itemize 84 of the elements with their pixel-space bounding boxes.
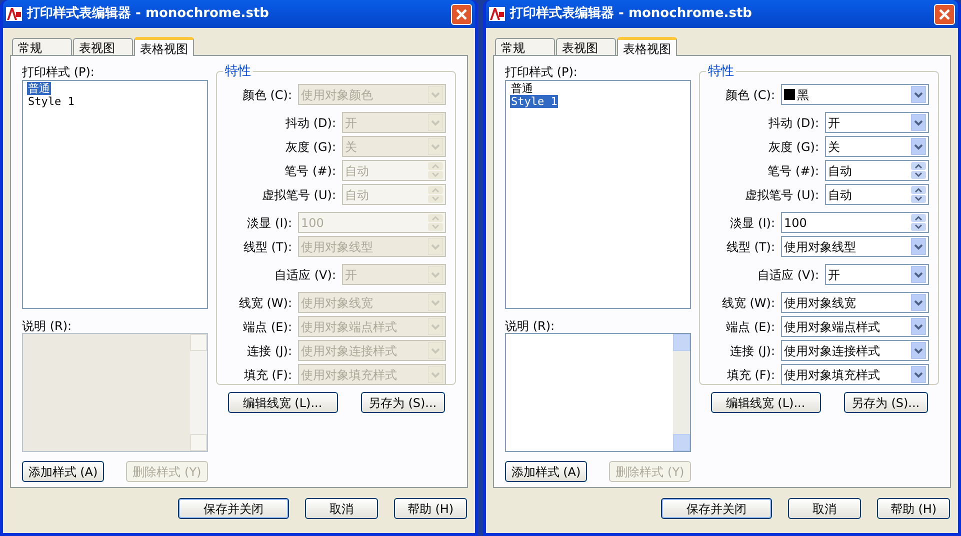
dialog-button[interactable]: 保存并关闭: [178, 498, 289, 519]
dropdown-field[interactable]: 开: [825, 264, 929, 285]
app-icon: [489, 6, 505, 22]
description-label: 说明 (R):: [505, 318, 556, 333]
style-list-item[interactable]: Style 1: [27, 95, 76, 108]
field-label: 连接 (J):: [730, 342, 775, 360]
dropdown-field[interactable]: 黑: [781, 84, 929, 105]
field-label: 端点 (E):: [726, 318, 775, 336]
field-label: 淡显 (I):: [730, 214, 775, 232]
close-button[interactable]: [451, 4, 472, 24]
app-icon: [6, 6, 22, 22]
dropdown-icon[interactable]: [911, 342, 926, 359]
dialog-button[interactable]: 帮助 (H): [877, 498, 950, 519]
dropdown-field[interactable]: 使用对象端点样式: [781, 316, 929, 337]
spin-icon[interactable]: [911, 162, 926, 179]
spin-field[interactable]: 自动: [825, 184, 929, 205]
tab[interactable]: 表视图: [73, 38, 133, 55]
style-list-item[interactable]: Style 1: [510, 95, 558, 108]
dropdown-field[interactable]: 使用对象线型: [781, 236, 929, 257]
close-icon: [456, 8, 467, 20]
field-label: 灰度 (G):: [285, 138, 336, 156]
style-list-item[interactable]: 普通: [27, 82, 51, 95]
field-label: 灰度 (G):: [768, 138, 819, 156]
field-label: 填充 (F):: [244, 366, 292, 384]
field-label: 填充 (F):: [726, 366, 775, 384]
dialog-button[interactable]: 添加样式 (A): [505, 461, 587, 482]
field-label: 抖动 (D):: [768, 114, 819, 132]
spin-icon[interactable]: [911, 186, 926, 203]
tab[interactable]: 常规: [495, 38, 555, 55]
field-label: 虚拟笔号 (U):: [262, 186, 336, 204]
field-label: 自适应 (V):: [758, 266, 819, 284]
field-label: 线宽 (W):: [238, 294, 292, 312]
scrollbar[interactable]: [673, 334, 690, 451]
close-button[interactable]: [934, 4, 955, 24]
field-label: 笔号 (#):: [284, 162, 336, 180]
dropdown-icon[interactable]: [911, 294, 926, 311]
field-label: 颜色 (C):: [725, 86, 775, 104]
dropdown-field[interactable]: 使用对象线宽: [781, 292, 929, 313]
list-label: 打印样式 (P):: [505, 64, 578, 80]
tab[interactable]: 表格视图: [134, 37, 194, 56]
dialog-button[interactable]: 另存为 (S)...: [360, 392, 444, 413]
dropdown-icon[interactable]: [911, 318, 926, 335]
dialog-button[interactable]: 取消: [305, 498, 378, 519]
window-title: 打印样式表编辑器 - monochrome.stb: [510, 4, 753, 24]
dropdown-field[interactable]: 使用对象填充样式: [781, 364, 929, 385]
dropdown-field[interactable]: 使用对象连接样式: [781, 340, 929, 361]
field-label: 虚拟笔号 (U):: [744, 186, 819, 204]
field-label: 线型 (T):: [726, 238, 775, 256]
dropdown-field[interactable]: 关: [825, 136, 929, 157]
field-label: 笔号 (#):: [768, 162, 819, 180]
field-label: 淡显 (I):: [247, 214, 292, 232]
field-label: 自适应 (V):: [274, 266, 336, 284]
spin-field[interactable]: 自动: [825, 160, 929, 181]
dialog-button[interactable]: 添加样式 (A): [22, 461, 104, 482]
dropdown-icon[interactable]: [911, 238, 926, 255]
field-label: 抖动 (D):: [286, 114, 336, 132]
window-title: 打印样式表编辑器 - monochrome.stb: [27, 4, 270, 24]
dropdown-field[interactable]: 开: [825, 112, 929, 133]
field-label: 连接 (J):: [247, 342, 292, 360]
description-label: 说明 (R):: [22, 318, 73, 333]
list-label: 打印样式 (P):: [22, 64, 96, 80]
field-label: 端点 (E):: [243, 318, 292, 336]
description-box[interactable]: [505, 333, 691, 452]
close-icon: [939, 8, 950, 20]
spin-icon[interactable]: [911, 214, 926, 231]
dropdown-icon[interactable]: [911, 266, 926, 283]
tab[interactable]: 常规: [12, 38, 72, 55]
style-list-item[interactable]: 普通: [510, 82, 534, 95]
dialog-button[interactable]: 帮助 (H): [394, 498, 467, 519]
dialog-button[interactable]: 保存并关闭: [661, 498, 772, 519]
dialog-button[interactable]: 取消: [788, 498, 861, 519]
dialog-button[interactable]: 编辑线宽 (L)...: [228, 392, 338, 413]
dialog-button[interactable]: 另存为 (S)...: [844, 392, 928, 413]
dropdown-icon[interactable]: [911, 114, 926, 131]
dropdown-icon[interactable]: [911, 138, 926, 155]
spin-field[interactable]: 100: [781, 212, 929, 233]
tab[interactable]: 表视图: [556, 38, 616, 55]
tab[interactable]: 表格视图: [617, 37, 677, 56]
dropdown-icon[interactable]: [911, 366, 926, 383]
field-label: 线型 (T):: [243, 238, 292, 256]
field-label: 线宽 (W):: [722, 294, 775, 312]
dialog-button[interactable]: 编辑线宽 (L)...: [710, 392, 820, 413]
dropdown-icon[interactable]: [911, 86, 926, 103]
field-label: 颜色 (C):: [242, 86, 292, 104]
